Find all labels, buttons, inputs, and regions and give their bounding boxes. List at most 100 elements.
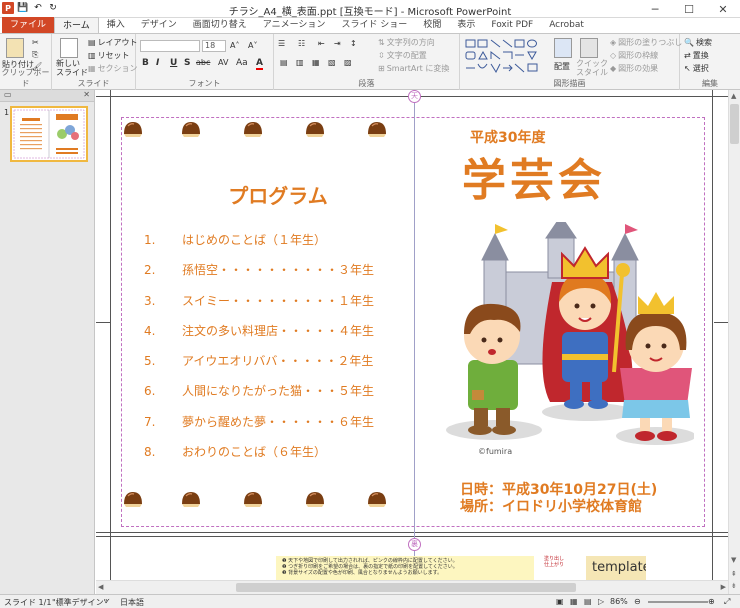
item-text: スイミー・・・・・・・・・１年生: [182, 293, 375, 308]
text-direction-button[interactable]: ⇅ 文字列の方向: [378, 37, 435, 48]
minimize-icon[interactable]: ─: [638, 0, 672, 18]
slide-sorter-icon[interactable]: ▦: [570, 597, 578, 606]
maximize-icon[interactable]: ☐: [672, 0, 706, 18]
smartart-button[interactable]: ⊞ SmartArt に変換: [378, 63, 449, 74]
horizontal-scrollbar[interactable]: ◀ ▶: [96, 580, 728, 594]
slides-tab-icon[interactable]: ▭: [4, 90, 12, 99]
paste-icon[interactable]: [6, 38, 24, 58]
tab-slideshow[interactable]: スライド ショー: [333, 17, 415, 33]
find-button[interactable]: 🔍 検索: [684, 37, 712, 48]
font-name-select[interactable]: [140, 40, 200, 52]
language-indicator[interactable]: 日本語: [120, 597, 144, 608]
ribbon: 貼り付け ✂ ⎘ 🖌 クリップボード 新しい スライド ▤ レイアウト ▥ リセット…: [0, 34, 740, 90]
underline-button[interactable]: U: [170, 58, 177, 68]
text-direction-label: 文字列の方向: [386, 38, 435, 47]
shape-outline-icon: ◇: [610, 51, 617, 60]
indent-increase-icon[interactable]: ⇥: [334, 39, 341, 48]
section-button[interactable]: ▦ セクション: [88, 63, 138, 74]
vertical-scroll-thumb[interactable]: [730, 104, 739, 144]
tab-foxit[interactable]: Foxit PDF: [483, 17, 541, 33]
tab-file[interactable]: ファイル: [2, 17, 55, 33]
item-text: おわりのことば（６年生）: [182, 445, 327, 460]
close-pane-icon[interactable]: ✕: [83, 90, 90, 99]
line-spacing-icon[interactable]: ↕: [350, 39, 357, 48]
tab-review[interactable]: 校閲: [415, 17, 449, 33]
next-slide-icon[interactable]: ⇟: [731, 582, 737, 590]
font-color-button[interactable]: A: [256, 58, 263, 70]
arrange-icon[interactable]: [554, 38, 572, 58]
align-text-button[interactable]: ⇳ 文字の配置: [378, 50, 427, 61]
shapes-gallery[interactable]: [464, 38, 548, 74]
tab-view[interactable]: 表示: [449, 17, 483, 33]
vertical-scrollbar[interactable]: ▲ ▼ ⇞ ⇟: [728, 90, 740, 594]
bullets-icon[interactable]: ☰: [278, 39, 285, 48]
grow-font-icon[interactable]: A˄: [230, 41, 239, 50]
shape-effects-button[interactable]: ◆ 図形の効果: [610, 63, 658, 74]
copy-icon[interactable]: ⎘: [32, 50, 38, 60]
shape-outline-button[interactable]: ◇ 図形の枠線: [610, 50, 658, 61]
align-center-icon[interactable]: ▥: [296, 58, 304, 67]
bold-button[interactable]: B: [142, 58, 149, 68]
scroll-left-icon[interactable]: ◀: [98, 583, 103, 591]
align-right-icon[interactable]: ▦: [312, 58, 320, 67]
zoom-out-icon[interactable]: ⊖: [634, 597, 641, 606]
justify-icon[interactable]: ▧: [328, 58, 336, 67]
horizontal-scroll-thumb[interactable]: [236, 583, 576, 592]
columns-icon[interactable]: ▨: [344, 58, 352, 67]
tab-home[interactable]: ホーム: [54, 17, 99, 33]
slide-canvas[interactable]: プログラム 1. はじめのことば（１年生） 2. 孫悟空・・・・・・・・・・３年生 …: [96, 90, 728, 580]
scroll-down-icon[interactable]: ▼: [731, 556, 736, 564]
zoom-in-icon[interactable]: ⊕: [708, 597, 715, 606]
align-left-icon[interactable]: ▤: [280, 58, 288, 67]
change-case-button[interactable]: Aa: [236, 58, 248, 68]
thumbnail-slide-number: 1: [4, 108, 10, 117]
tab-animations[interactable]: アニメーション: [255, 17, 334, 33]
slides-label: スライド: [77, 79, 110, 88]
tab-acrobat[interactable]: Acrobat: [541, 17, 592, 33]
shape-fill-button[interactable]: ◈ 図形の塗りつぶし: [610, 37, 682, 48]
previous-slide-icon[interactable]: ⇞: [731, 570, 737, 578]
new-slide-button[interactable]: 新しい スライド: [56, 59, 88, 77]
spellcheck-icon[interactable]: ✓: [104, 597, 111, 606]
scroll-right-icon[interactable]: ▶: [721, 583, 726, 591]
normal-view-icon[interactable]: ▣: [556, 597, 564, 606]
select-button[interactable]: ↖ 選択: [684, 63, 709, 74]
strikethrough-button[interactable]: abc: [196, 58, 210, 67]
slide-thumbnail-pane: ▭ ✕ 1: [0, 90, 95, 594]
smartart-label: SmartArt に変換: [386, 64, 450, 73]
zoom-level[interactable]: 86%: [610, 597, 628, 606]
select-icon: ↖: [684, 64, 691, 73]
slide-count: スライド 1/1: [4, 598, 52, 607]
tab-transitions[interactable]: 画面切り替え: [185, 17, 255, 33]
indent-decrease-icon[interactable]: ⇤: [318, 39, 325, 48]
spacing-button[interactable]: AV: [218, 58, 228, 67]
shape-fill-label: 図形の塗りつぶし: [618, 38, 683, 47]
replace-button[interactable]: ⇄ 置換: [684, 50, 709, 61]
scroll-up-icon[interactable]: ▲: [731, 92, 736, 100]
tab-insert[interactable]: 挿入: [99, 17, 133, 33]
tab-design[interactable]: デザイン: [133, 17, 185, 33]
guide-line: [96, 322, 110, 323]
new-slide-icon[interactable]: [60, 38, 78, 58]
font-size-select[interactable]: 18: [202, 40, 226, 52]
select-label: 選択: [692, 64, 709, 73]
reset-button[interactable]: ▥ リセット: [88, 50, 130, 61]
quick-style-button[interactable]: クイック スタイル: [576, 59, 608, 77]
bottom-mark-badge: 裏: [408, 538, 421, 551]
reading-view-icon[interactable]: ▤: [584, 597, 592, 606]
slideshow-icon[interactable]: ▷: [598, 597, 604, 606]
close-icon[interactable]: ✕: [706, 0, 740, 18]
shrink-font-icon[interactable]: A˅: [248, 41, 257, 50]
numbering-icon[interactable]: ☷: [298, 39, 305, 48]
zoom-slider[interactable]: [648, 601, 708, 603]
text-direction-icon: ⇅: [378, 38, 385, 47]
quick-style-icon[interactable]: [580, 38, 598, 58]
fit-to-window-icon[interactable]: ⤢: [724, 597, 730, 607]
cut-icon[interactable]: ✂: [32, 38, 39, 47]
arrange-button[interactable]: 配置: [554, 61, 570, 72]
slide-thumbnail[interactable]: [10, 106, 88, 162]
layout-button[interactable]: ▤ レイアウト: [88, 37, 138, 48]
item-number: 3.: [144, 293, 156, 308]
italic-button[interactable]: I: [156, 58, 159, 68]
shadow-button[interactable]: S: [184, 58, 190, 68]
